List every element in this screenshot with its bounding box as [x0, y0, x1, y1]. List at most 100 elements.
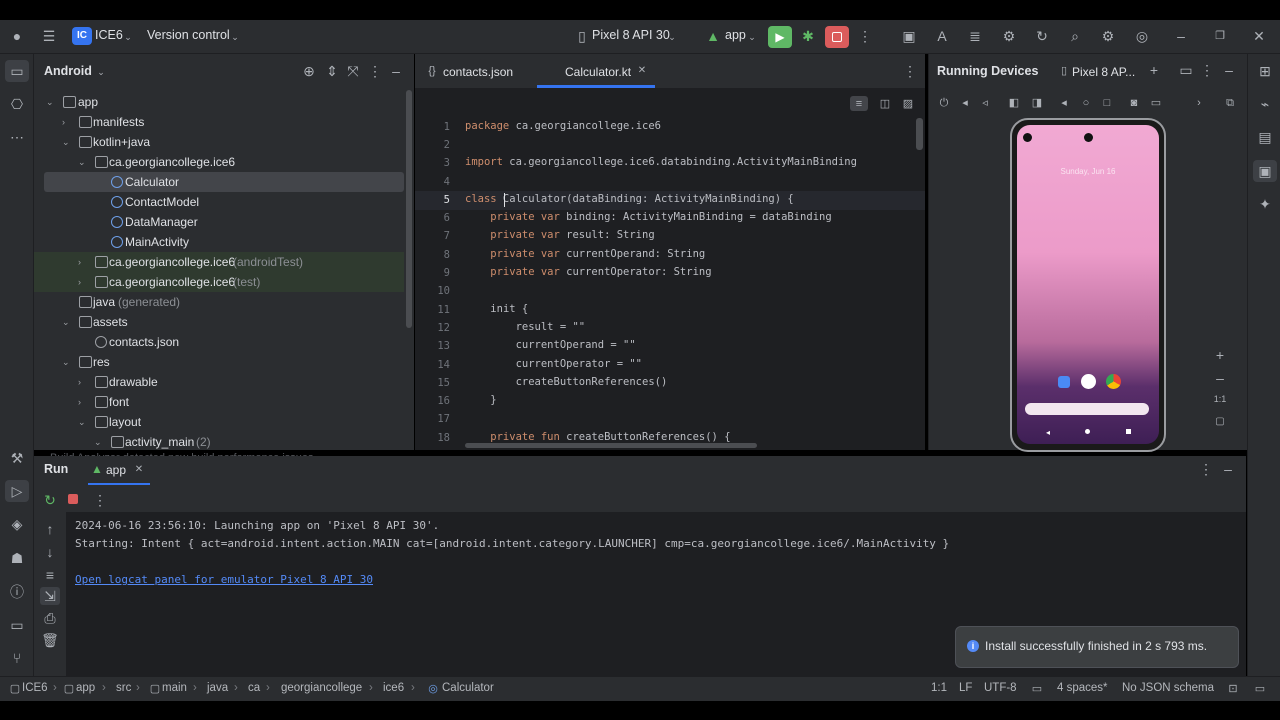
sync-gradle-icon[interactable]: ↻: [1033, 28, 1051, 44]
expand-all-icon[interactable]: ⇕: [323, 63, 341, 79]
git-icon[interactable]: ⑂: [8, 650, 26, 666]
zoom-in-icon[interactable]: +: [1211, 347, 1229, 363]
close-icon[interactable]: ✕: [1250, 28, 1268, 44]
notifications-icon[interactable]: ⊞: [1256, 63, 1274, 79]
tree-item[interactable]: java (generated): [34, 292, 404, 312]
tree-item[interactable]: › manifests: [34, 112, 404, 132]
hide-panel-icon[interactable]: –: [387, 63, 405, 79]
breadcrumb-item[interactable]: ca: [248, 682, 260, 694]
file-encoding[interactable]: UTF-8: [984, 682, 1017, 694]
chrome-icon[interactable]: [1106, 374, 1121, 389]
read-only-lock-icon[interactable]: ⊡: [1224, 681, 1242, 697]
rerun-icon[interactable]: ↻: [41, 492, 59, 508]
nav-home-icon[interactable]: [1085, 429, 1090, 434]
fit-screen-icon[interactable]: ▢: [1211, 414, 1229, 430]
search-icon[interactable]: ⌕: [1066, 28, 1084, 44]
open-logcat-link[interactable]: Open logcat panel for emulator Pixel 8 A…: [75, 573, 373, 586]
android-studio-logo-icon[interactable]: ●: [8, 28, 26, 44]
close-tab-icon[interactable]: ✕: [130, 462, 148, 478]
tree-item[interactable]: › drawable: [34, 372, 404, 392]
home-icon[interactable]: ○: [1077, 95, 1095, 111]
breadcrumb-item[interactable]: main: [162, 682, 187, 694]
messages-app-icon[interactable]: [1058, 376, 1070, 388]
terminal-icon[interactable]: ▭: [8, 617, 26, 633]
indent-setting[interactable]: 4 spaces*: [1057, 682, 1108, 694]
breadcrumb-item[interactable]: app: [76, 682, 95, 694]
device-manager-icon[interactable]: ▣: [900, 28, 918, 44]
install-notification[interactable]: i Install successfully finished in 2 s 7…: [955, 626, 1239, 668]
mirror-icon[interactable]: ⧉: [1221, 95, 1239, 111]
tab-contacts-json[interactable]: contacts.json: [443, 65, 513, 79]
running-devices-tool-icon[interactable]: ▣: [1256, 163, 1274, 179]
tree-item[interactable]: ⌄ activity_main (2): [34, 432, 404, 452]
nav-recents-icon[interactable]: [1126, 429, 1131, 434]
rotate-right-icon[interactable]: ◨: [1028, 95, 1046, 111]
debug-icon[interactable]: ✱: [799, 28, 817, 44]
device-file-explorer-icon[interactable]: ▤: [1256, 129, 1274, 145]
logcat-icon[interactable]: ☗: [8, 550, 26, 566]
project-tool-icon[interactable]: ▭: [8, 63, 26, 79]
scroll-to-end-icon[interactable]: ⇲: [41, 588, 59, 604]
close-tab-icon[interactable]: ✕: [633, 63, 651, 79]
record-icon[interactable]: ▭: [1147, 95, 1165, 111]
overview-icon[interactable]: □: [1098, 95, 1116, 111]
hide-panel-icon[interactable]: –: [1220, 62, 1238, 78]
down-arrow-icon[interactable]: ↓: [41, 544, 59, 560]
project-view-selector[interactable]: Android: [44, 64, 92, 78]
restore-icon[interactable]: ❐: [1211, 28, 1229, 44]
tree-item[interactable]: ⌄ assets: [34, 312, 404, 332]
locate-icon[interactable]: ⊕: [300, 63, 318, 79]
tree-item[interactable]: ⌄ app: [34, 92, 404, 112]
project-scrollbar[interactable]: [406, 90, 412, 328]
more-run-actions-icon[interactable]: ⋮: [91, 492, 109, 508]
sdk-manager-icon[interactable]: ⚙: [1000, 28, 1018, 44]
zoom-actual[interactable]: 1:1: [1211, 394, 1229, 404]
tree-item[interactable]: ⌄ ca.georgiancollege.ice6: [34, 152, 404, 172]
app-quality-icon[interactable]: ◈: [8, 516, 26, 532]
clear-console-icon[interactable]: 🗑: [41, 632, 59, 648]
breadcrumb-item[interactable]: Calculator: [442, 682, 494, 694]
more-actions-icon[interactable]: ⋮: [856, 28, 874, 44]
run-button[interactable]: ▶: [768, 26, 792, 48]
hide-panel-icon[interactable]: –: [1219, 461, 1237, 477]
more-controls-icon[interactable]: ›: [1190, 95, 1208, 111]
collapse-all-icon[interactable]: ⤧: [344, 63, 362, 79]
tree-item[interactable]: ⌄ kotlin+java: [34, 132, 404, 152]
device-selector[interactable]: Pixel 8 API 30: [592, 28, 670, 42]
screenshot-icon[interactable]: ◙: [1125, 95, 1143, 111]
split-view-icon[interactable]: ◫: [876, 96, 894, 112]
tree-item[interactable]: contacts.json: [34, 332, 404, 352]
run-tab-app[interactable]: app: [106, 463, 126, 477]
breadcrumb-item[interactable]: java: [207, 682, 228, 694]
account-icon[interactable]: ◎: [1133, 28, 1151, 44]
breadcrumb-item[interactable]: ice6: [383, 682, 404, 694]
rotate-left-icon[interactable]: ◧: [1005, 95, 1023, 111]
layout-inspector-icon[interactable]: ≣: [966, 28, 984, 44]
volume-up-icon[interactable]: ◂: [956, 95, 974, 111]
tab-calculator-kt[interactable]: Calculator.kt: [565, 65, 631, 79]
editor-hscrollbar[interactable]: [465, 443, 757, 448]
tree-item[interactable]: MainActivity: [34, 232, 404, 252]
tree-item[interactable]: DataManager: [34, 212, 404, 232]
print-icon[interactable]: ⎙: [41, 610, 59, 626]
build-icon[interactable]: ⚒: [8, 450, 26, 466]
tree-item[interactable]: › font: [34, 392, 404, 412]
minimize-icon[interactable]: –: [1172, 28, 1190, 44]
version-control-dropdown[interactable]: Version control: [147, 28, 230, 42]
tree-item[interactable]: ⌄ layout: [34, 412, 404, 432]
add-device-icon[interactable]: +: [1145, 62, 1163, 78]
panel-options-icon[interactable]: ⋮: [1198, 62, 1216, 78]
breadcrumb-item[interactable]: georgiancollege: [281, 682, 362, 694]
breadcrumb-item[interactable]: src: [116, 682, 131, 694]
design-view-icon[interactable]: ▨: [899, 96, 917, 112]
run-options-icon[interactable]: ⋮: [1197, 461, 1215, 477]
translate-icon[interactable]: A: [933, 28, 951, 44]
phone-screen[interactable]: Sunday, Jun 16 ◂: [1017, 125, 1159, 444]
gemini-icon[interactable]: ✦: [1256, 196, 1274, 212]
tree-item[interactable]: › ca.georgiancollege.ice6 (test): [34, 272, 404, 292]
git-status-icon[interactable]: ▭: [1251, 681, 1269, 697]
nav-back-icon[interactable]: ◂: [1046, 428, 1050, 437]
json-schema[interactable]: No JSON schema: [1122, 682, 1214, 694]
tree-item[interactable]: Calculator: [34, 172, 404, 192]
more-tools-icon[interactable]: ⋯: [8, 129, 26, 145]
